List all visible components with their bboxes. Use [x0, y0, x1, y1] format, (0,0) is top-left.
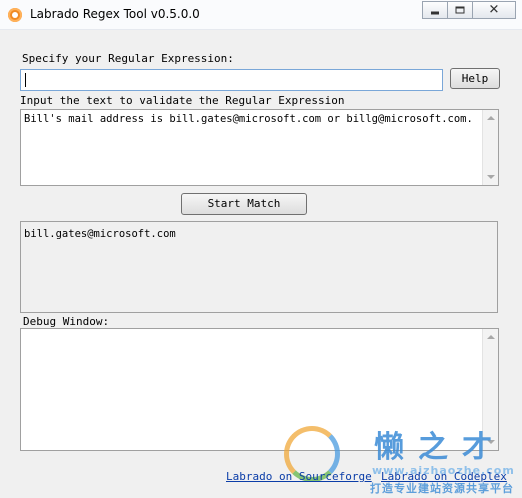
input-text-label: Input the text to validate the Regular E…: [20, 94, 345, 107]
input-text-area[interactable]: Bill's mail address is bill.gates@micros…: [20, 109, 499, 186]
scroll-up-icon[interactable]: [487, 116, 495, 120]
text-caret: [25, 73, 26, 87]
debug-window-label: Debug Window:: [23, 315, 110, 328]
sourceforge-link[interactable]: Labrado on Sourceforge: [226, 470, 372, 483]
start-match-button[interactable]: Start Match: [181, 193, 307, 215]
window-title: Labrado Regex Tool v0.5.0.0: [30, 7, 200, 21]
maximize-button[interactable]: [447, 1, 473, 19]
watermark: 懒之才 www.aizhaozhe.com 打造专业建站资源共享平台: [282, 420, 522, 498]
input-text-scrollbar[interactable]: [482, 110, 498, 185]
minimize-button[interactable]: [422, 1, 448, 19]
input-text-content: Bill's mail address is bill.gates@micros…: [24, 113, 473, 125]
minimize-icon: [431, 11, 439, 15]
scroll-down-icon[interactable]: [487, 175, 495, 179]
match-result-content: bill.gates@microsoft.com: [24, 228, 176, 240]
regex-input[interactable]: [20, 69, 443, 91]
regex-label: Specify your Regular Expression:: [22, 52, 234, 65]
app-icon: [8, 8, 22, 22]
help-button[interactable]: Help: [450, 68, 500, 89]
close-button[interactable]: ✕: [472, 1, 516, 19]
title-bar[interactable]: Labrado Regex Tool v0.5.0.0 ✕: [0, 0, 522, 30]
close-icon: ✕: [488, 2, 500, 18]
maximize-icon: [455, 6, 465, 14]
match-result-area[interactable]: bill.gates@microsoft.com: [20, 221, 498, 313]
window-controls: ✕: [422, 1, 516, 19]
watermark-title: 懒之才: [374, 430, 506, 465]
scroll-up-icon[interactable]: [487, 335, 495, 339]
codeplex-link[interactable]: Labrado on Codeplex: [381, 470, 507, 483]
